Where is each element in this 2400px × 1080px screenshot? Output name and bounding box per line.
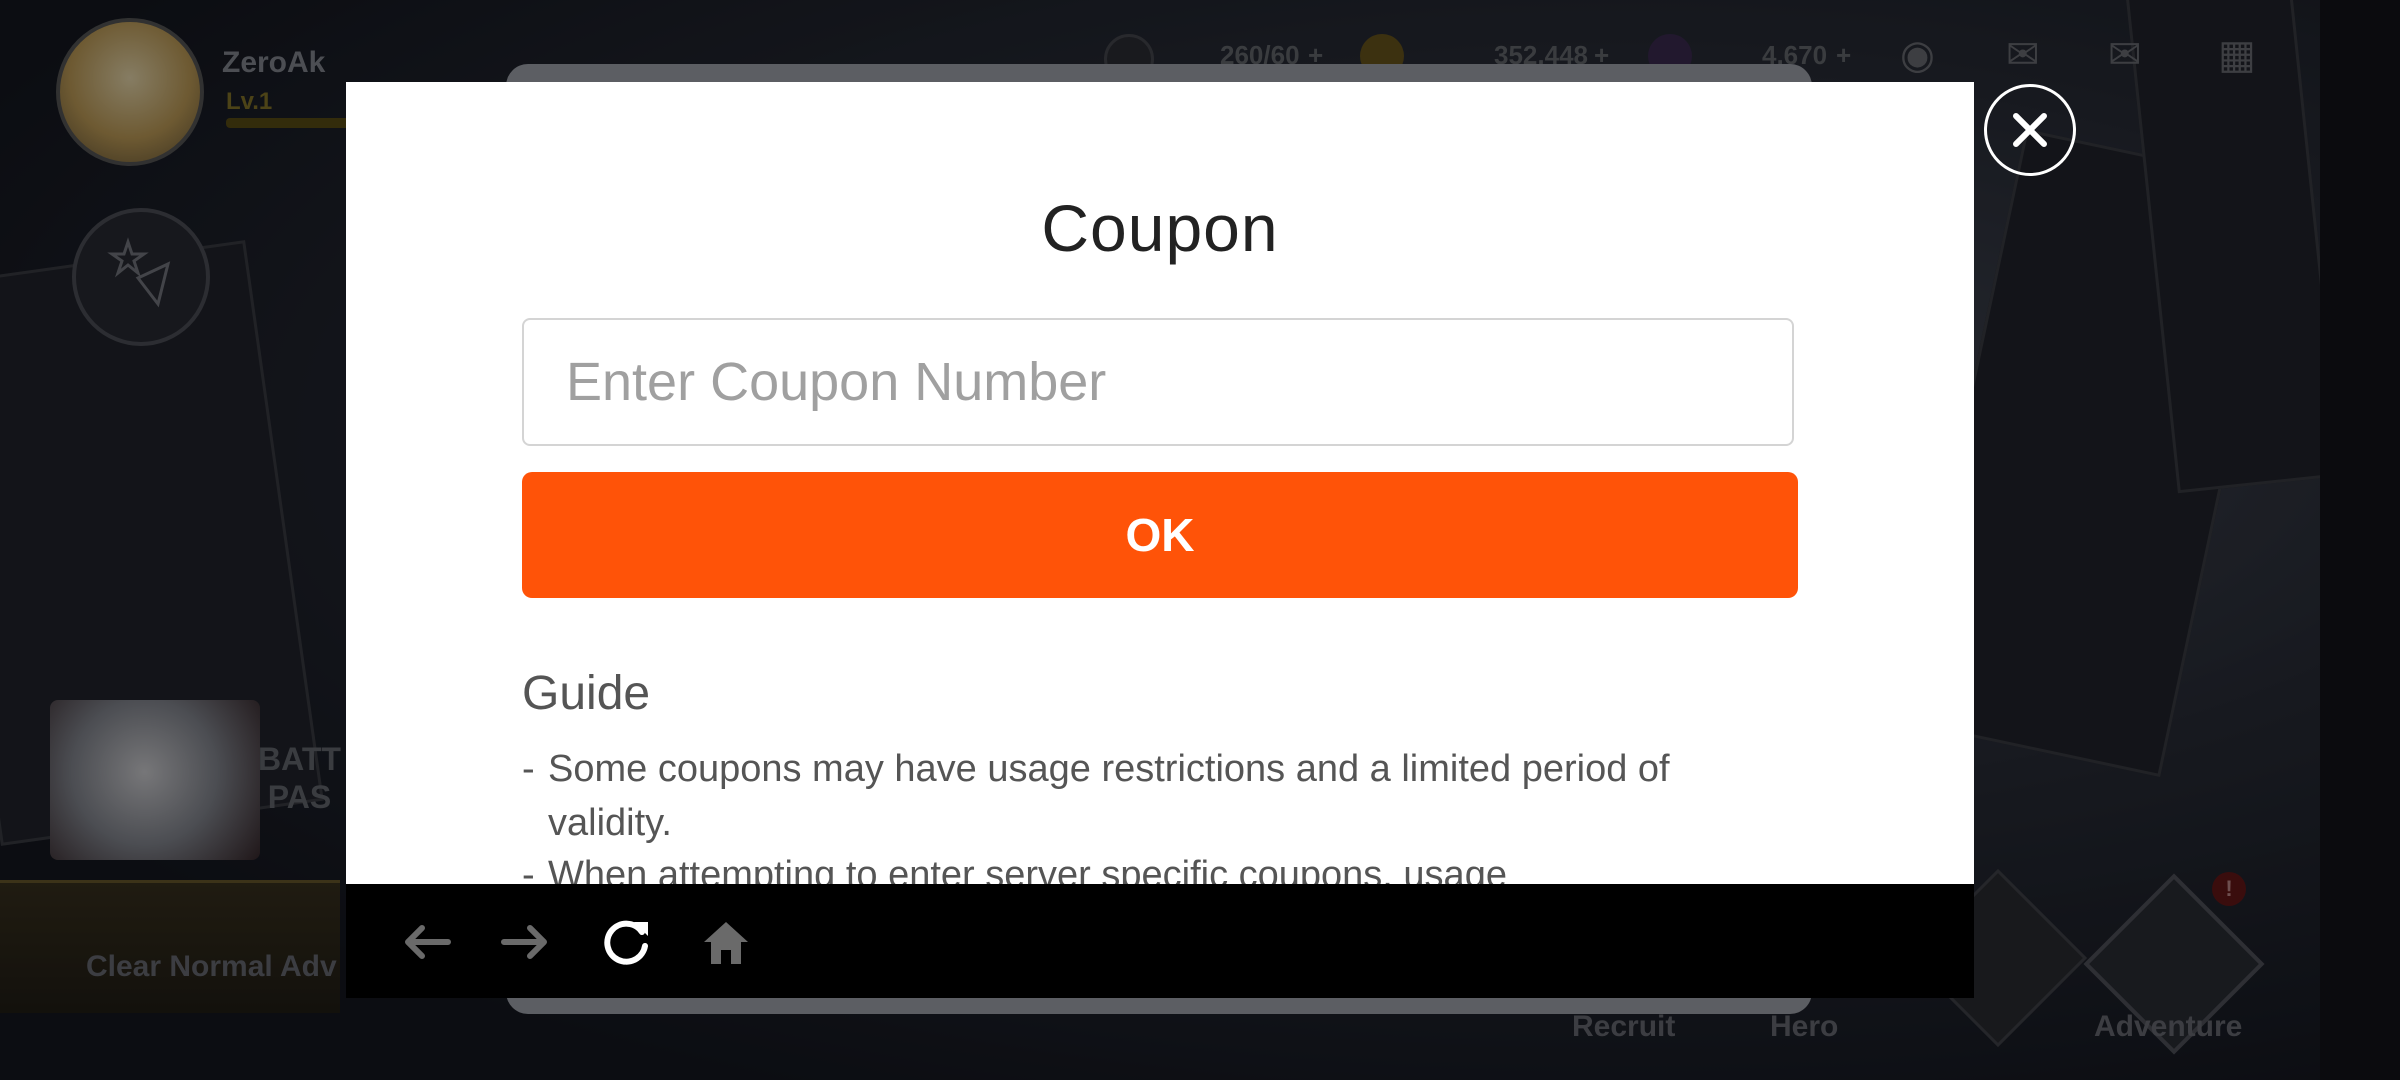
arrow-left-icon (405, 925, 451, 959)
arrow-right-icon (501, 925, 547, 959)
home-icon (704, 922, 748, 964)
refresh-icon (604, 920, 648, 965)
guide-item-text: Some coupons may have usage restrictions… (548, 748, 1670, 844)
guide-item-text: When attempting to enter server specific… (548, 854, 1507, 884)
guide-title: Guide (522, 667, 651, 720)
back-button[interactable] (396, 912, 456, 972)
forward-button[interactable] (496, 912, 556, 972)
guide-item: - Some coupons may have usage restrictio… (522, 742, 1798, 850)
refresh-button[interactable] (596, 912, 656, 972)
guide-dash: - (522, 854, 535, 884)
close-icon (2013, 113, 2047, 147)
ok-button[interactable]: OK (522, 472, 1798, 598)
screen-edge (2320, 0, 2400, 1080)
coupon-dialog: Coupon OK Guide - Some coupons may have … (346, 82, 1974, 884)
guide-dash: - (522, 748, 535, 790)
dialog-title: Coupon (1041, 191, 1279, 265)
coupon-number-input[interactable] (522, 318, 1794, 446)
guide-item: - When attempting to enter server specif… (522, 848, 1798, 884)
close-button[interactable] (1984, 84, 2076, 176)
browser-toolbar (346, 884, 1974, 998)
home-button[interactable] (696, 912, 756, 972)
